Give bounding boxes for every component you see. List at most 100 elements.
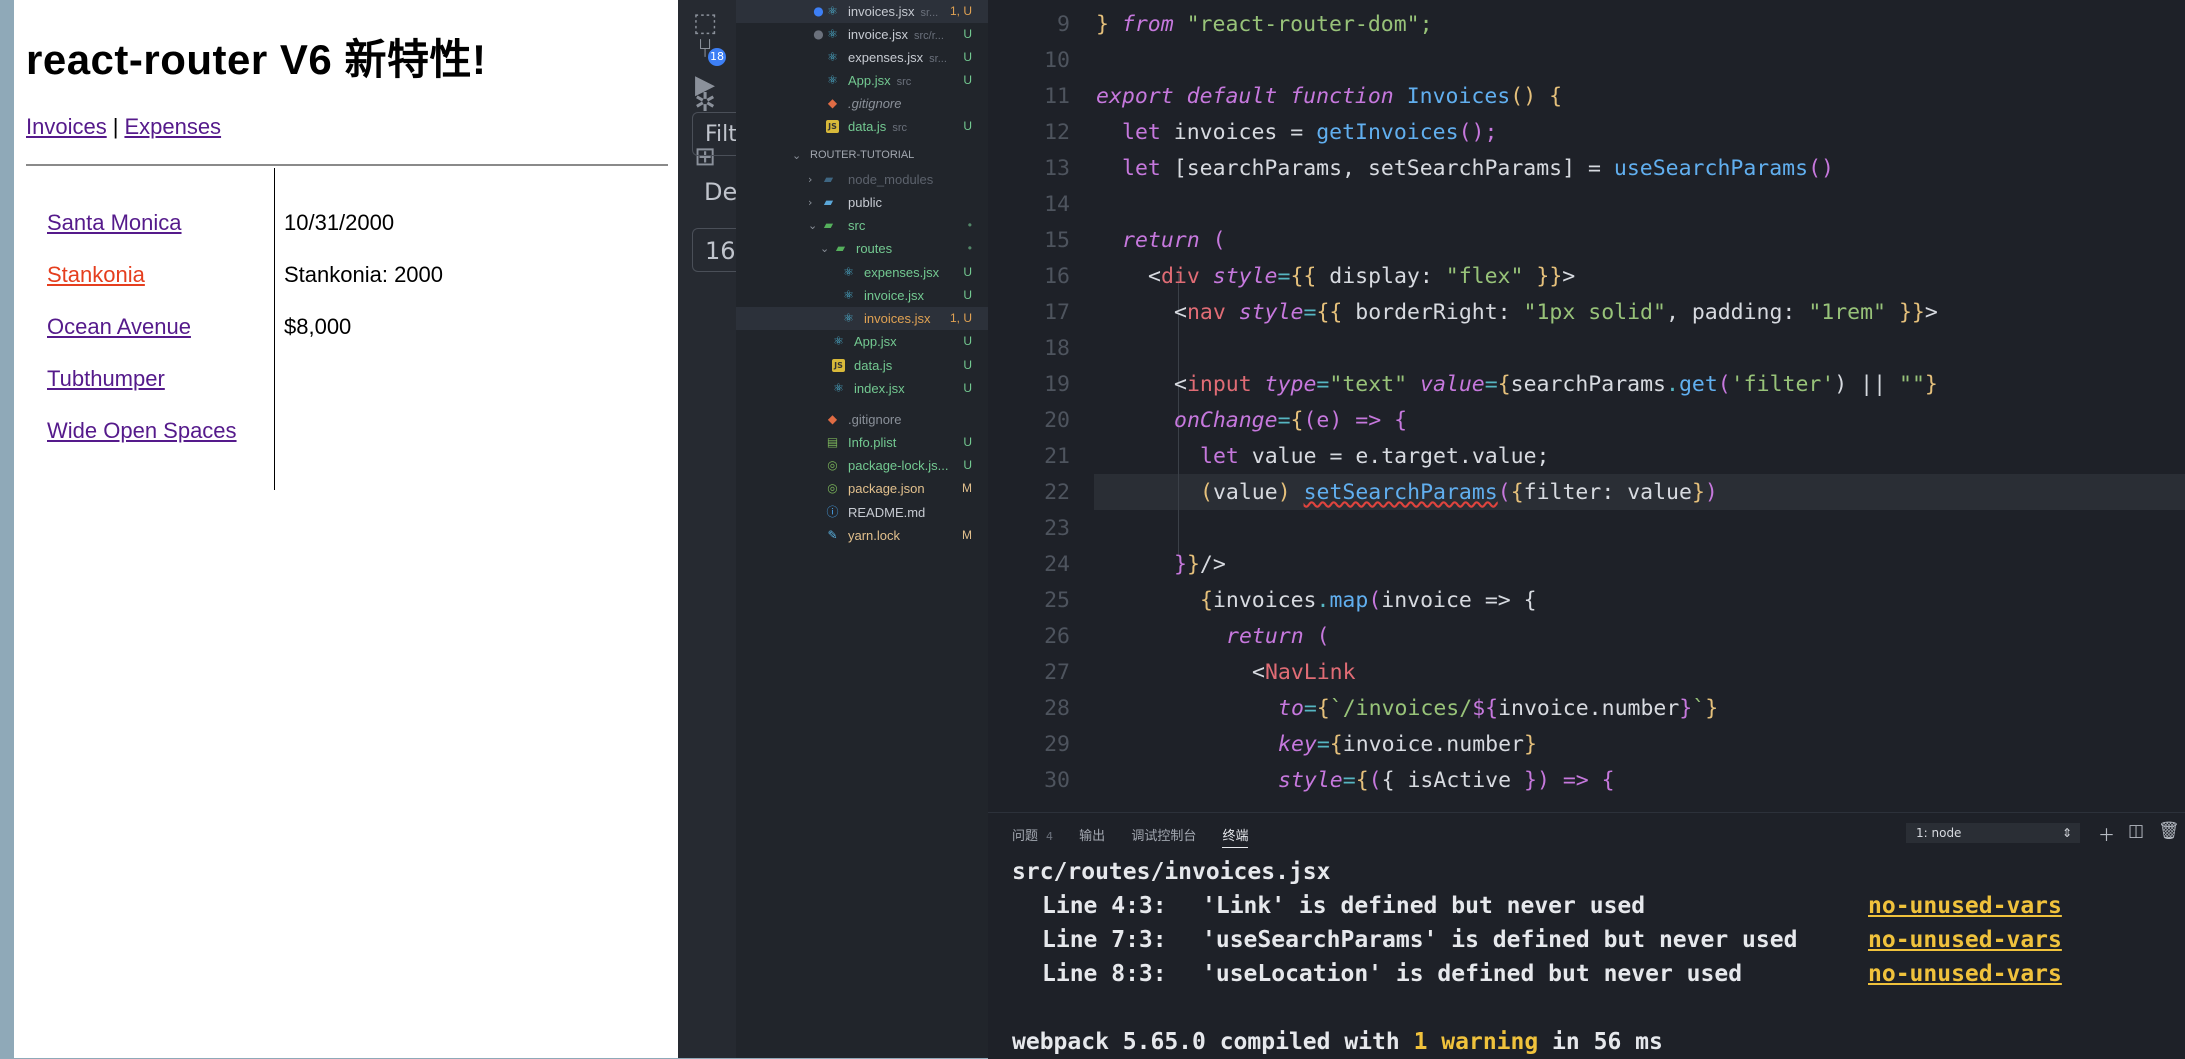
line-number: 21 [1044, 444, 1070, 469]
invoice-amount: $8,000 [284, 314, 352, 339]
tree-file[interactable]: ✎ yarn.lock M [736, 524, 988, 547]
folder-name: node_modules [848, 172, 934, 187]
npm-file-icon: ◎ [827, 481, 838, 495]
file-status: U [963, 265, 972, 279]
code-line: let [searchParams, setSearchParams] = us… [1122, 156, 1834, 181]
folder-status: • [967, 241, 972, 255]
file-status: U [963, 358, 972, 372]
tree-file[interactable]: ▤ Info.plist U [736, 431, 988, 454]
code-line: onChange={(e) => { [1174, 408, 1408, 433]
tree-file[interactable]: JS data.js U [736, 354, 988, 377]
line-number: 23 [1044, 516, 1070, 541]
tree-file[interactable]: ⓘ README.md [736, 501, 988, 524]
open-editor-item[interactable]: JS data.js src U [736, 115, 988, 138]
file-name: .gitignore [848, 96, 902, 111]
file-status: U [963, 50, 972, 64]
open-editor-item[interactable]: ◆ .gitignore [736, 92, 988, 115]
terminal-select[interactable]: 1: node ⇕ [1906, 823, 2080, 843]
tree-file[interactable]: ⚛ expenses.jsx U [736, 261, 988, 284]
divider [26, 164, 668, 166]
label-peek: De [704, 178, 738, 206]
chevron-down-icon: ⌄ [792, 149, 802, 162]
code-line: let invoices = getInvoices(); [1122, 120, 1498, 145]
tree-folder[interactable]: ⌄ ▰ src • [736, 214, 988, 237]
tree-file-active[interactable]: ⚛ invoices.jsx 1, U [736, 307, 988, 330]
warning-rule-link[interactable]: no-unused-vars [1868, 927, 2062, 953]
js-file-icon: JS [826, 120, 839, 133]
info-icon: ⓘ [826, 505, 839, 519]
file-name: invoices.jsx [848, 4, 915, 19]
code-line: style={({ isActive }) => { [1278, 768, 1615, 793]
warning-rule-link[interactable]: no-unused-vars [1868, 961, 2062, 987]
git-icon: ◆ [827, 412, 838, 426]
tree-file[interactable]: ⚛ App.jsx U [736, 330, 988, 353]
file-name: data.js [848, 119, 887, 134]
split-terminal-icon[interactable]: ◫ [2128, 821, 2144, 841]
warning-rule-link[interactable]: no-unused-vars [1868, 893, 2062, 919]
invoice-details: 10/31/2000 Stankonia: 2000 $8,000 [284, 210, 443, 366]
code-line: let value = e.target.value; [1200, 444, 1550, 469]
tree-file[interactable]: ⚛ invoice.jsx U [736, 284, 988, 307]
bottom-panel: 问题 4 输出 调试控制台 终端 1: node ⇕ ＋ ◫ 🗑 src/route… [988, 812, 2185, 1059]
select-arrows-icon: ⇕ [2061, 826, 2072, 840]
open-editor-item[interactable]: ● ⚛ invoices.jsx sr... 1, U [736, 0, 988, 23]
invoice-name: Stankonia: 2000 [284, 262, 444, 287]
tab-output[interactable]: 输出 [1079, 829, 1105, 844]
tree-file[interactable]: ◆ .gitignore [736, 408, 988, 431]
line-number: 15 [1044, 228, 1070, 253]
tree-file[interactable]: ⚛ index.jsx U [736, 377, 988, 400]
open-editor-item[interactable]: ⚛ App.jsx src U [736, 69, 988, 92]
line-number: 10 [1044, 48, 1070, 73]
project-section-header[interactable]: ⌄ ROUTER-TUTORIAL [736, 144, 988, 167]
open-editor-item[interactable]: ● ⚛ invoice.jsx src/r... U [736, 23, 988, 46]
chevron-down-icon: ⌄ [820, 242, 830, 255]
code-line: <input type="text" value={searchParams.g… [1174, 372, 1938, 397]
file-status: U [963, 435, 972, 449]
expenses-link[interactable]: Expenses [124, 114, 221, 139]
invoice-link-active[interactable]: Stankonia [47, 262, 145, 288]
react-icon: ⚛ [843, 288, 854, 302]
file-name: package.json [848, 481, 925, 496]
tree-folder[interactable]: › ▰ public [736, 191, 988, 214]
code-line: {invoices.map(invoice => { [1200, 588, 1537, 613]
trash-icon[interactable]: 🗑 [2158, 821, 2180, 841]
tree-folder[interactable]: ⌄ ▰ routes • [736, 237, 988, 260]
line-number: 17 [1044, 300, 1070, 325]
new-terminal-icon[interactable]: ＋ [2098, 821, 2115, 846]
explorer-sidebar: ● ⚛ invoices.jsx sr... 1, U ● ⚛ invoice.j… [736, 0, 988, 1058]
open-editor-item[interactable]: ⚛ expenses.jsx sr... U [736, 46, 988, 69]
react-icon: ⚛ [833, 381, 844, 395]
activity-bar: ⬚ ⑂ 18 ▶ ✲ ⊞ [678, 0, 736, 1058]
invoice-link[interactable]: Santa Monica [47, 210, 182, 236]
tab-terminal[interactable]: 终端 [1222, 829, 1249, 848]
tree-folder[interactable]: › ▰ node_modules [736, 168, 988, 191]
file-desc: src [892, 122, 907, 134]
file-name: invoice.jsx [864, 288, 924, 303]
warning-location: Line 8:3: [1042, 961, 1167, 987]
line-number: 19 [1044, 372, 1070, 397]
invoice-link[interactable]: Ocean Avenue [47, 314, 191, 340]
tab-problems[interactable]: 问题 [1012, 829, 1038, 844]
file-name: invoices.jsx [864, 311, 931, 326]
tree-file[interactable]: ◎ package.json M [736, 477, 988, 500]
file-name: yarn.lock [848, 528, 901, 543]
warning-message: 'useSearchParams' is defined but never u… [1202, 927, 1798, 953]
code-editor[interactable]: 9 10 11 12 13 14 15 16 17 18 19 20 21 22… [1040, 0, 2185, 812]
file-desc: sr... [929, 53, 947, 65]
tree-file[interactable]: ◎ package-lock.js... U [736, 454, 988, 477]
invoices-link[interactable]: Invoices [26, 114, 107, 139]
file-name: invoice.jsx [848, 27, 908, 42]
file-desc: src [896, 76, 912, 88]
line-number: 11 [1044, 84, 1070, 109]
file-status: M [962, 528, 972, 542]
invoice-link[interactable]: Tubthumper [47, 366, 165, 392]
modified-dot-icon: ● [813, 27, 824, 41]
browser-window: react-router V6 新特性! Invoices | Expenses S… [14, 0, 678, 1058]
line-number: 20 [1044, 408, 1070, 433]
panel-tabs: 问题 4 输出 调试控制台 终端 [1012, 825, 1270, 848]
file-status: U [963, 288, 972, 302]
folder-status: • [967, 218, 972, 232]
invoice-link[interactable]: Wide Open Spaces [47, 418, 237, 444]
line-number: 28 [1044, 696, 1070, 721]
tab-debug-console[interactable]: 调试控制台 [1131, 829, 1196, 844]
